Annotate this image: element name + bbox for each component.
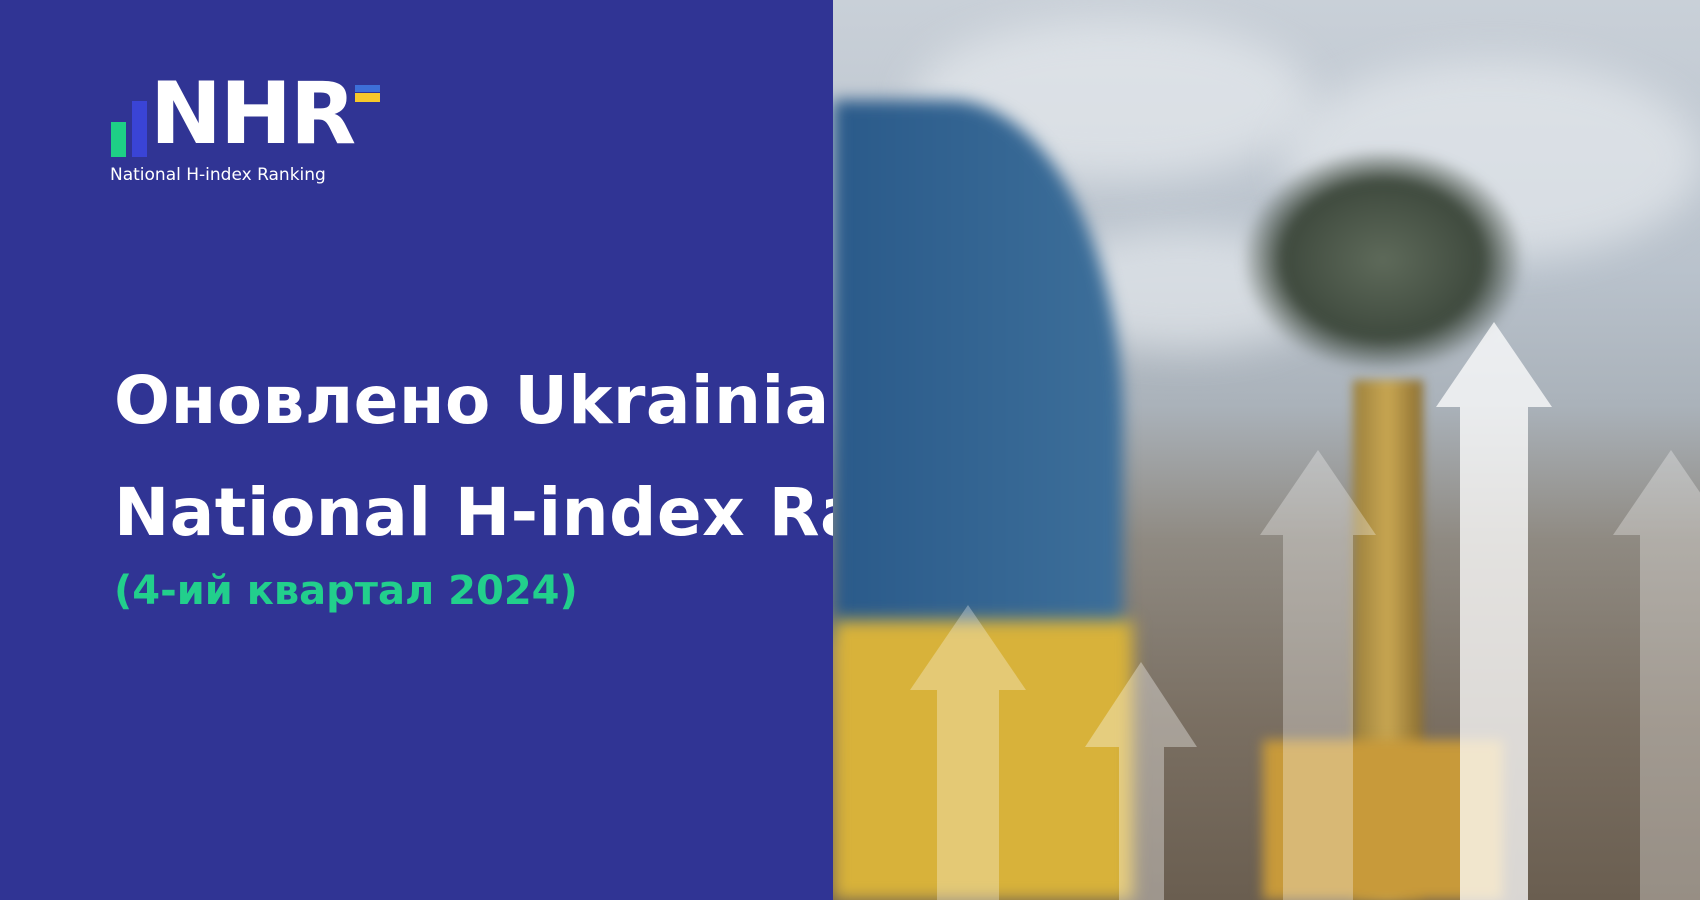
subtitle: (4-ий квартал 2024) [114,568,578,614]
arrow-icon [1613,450,1700,900]
kyiv-photo [833,0,1700,900]
logo-bar-blue [132,101,147,157]
arrow-icon [1436,322,1552,900]
flag-blue [833,100,1123,640]
arrow-icon [1260,450,1376,900]
nhr-logo: NHR National H-index Ranking [110,71,390,190]
logo-tagline: National H-index Ranking [110,165,326,185]
ukraine-flag-icon [355,85,380,103]
logo-mark: NHR [150,64,356,164]
arrow-icon [1085,662,1197,900]
left-panel: NHR National H-index Ranking Оновлено Uk… [0,0,1075,900]
logo-bar-green [111,122,126,157]
arrow-icon [910,605,1026,900]
